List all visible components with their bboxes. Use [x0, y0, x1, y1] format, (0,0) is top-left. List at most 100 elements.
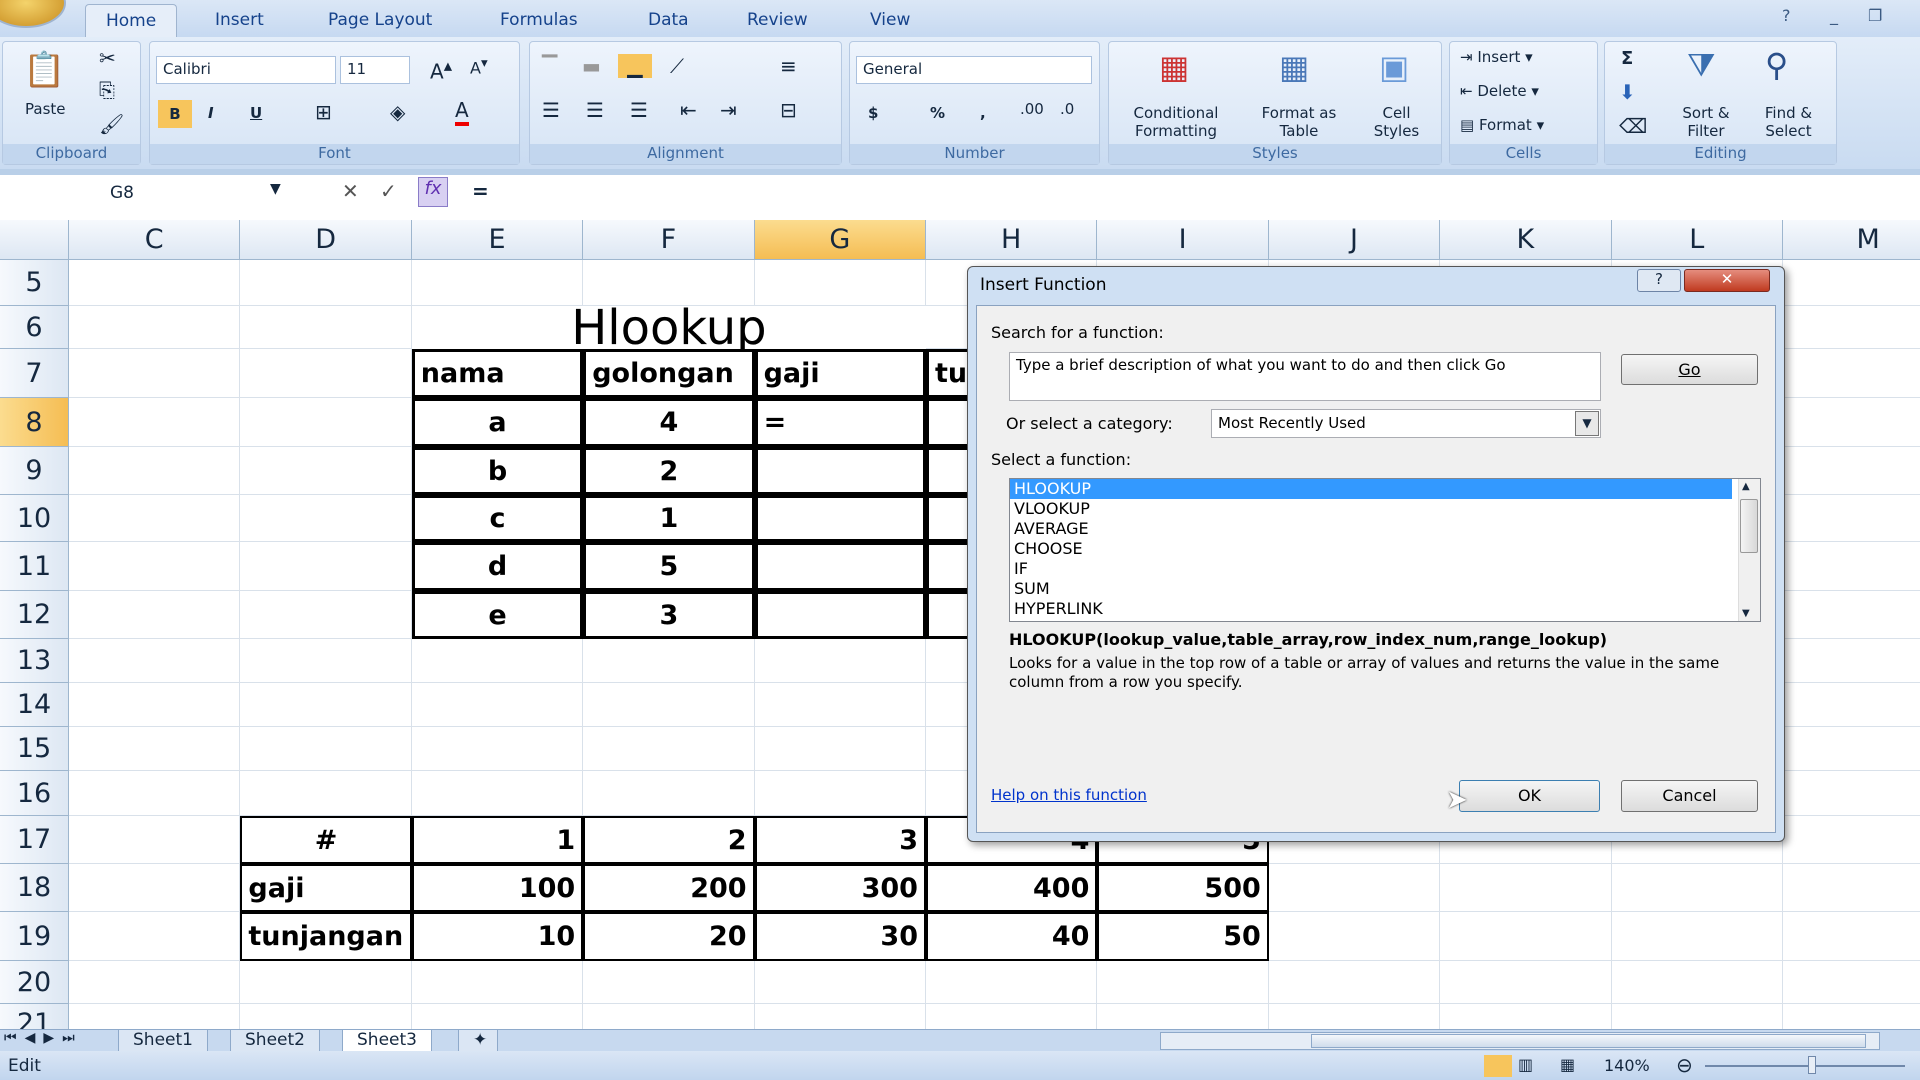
cell-G9[interactable] — [754, 447, 926, 495]
cell[interactable] — [1783, 591, 1920, 639]
select-all-corner[interactable] — [0, 220, 69, 260]
cut-icon[interactable]: ✂ — [99, 46, 116, 70]
shrink-font-icon[interactable]: A▾ — [470, 56, 488, 77]
cell[interactable] — [240, 306, 412, 349]
cancel-icon[interactable]: ✕ — [342, 179, 359, 203]
increase-indent-icon[interactable]: ⇥ — [720, 98, 737, 122]
cell[interactable] — [411, 683, 584, 727]
name-box[interactable]: G8 — [0, 179, 290, 209]
fill-icon[interactable]: ⬇ — [1619, 80, 1636, 104]
cell[interactable] — [240, 542, 412, 591]
tab-home[interactable]: Home — [85, 4, 178, 37]
cell[interactable] — [411, 260, 584, 306]
row-header-13[interactable]: 13 — [0, 639, 69, 683]
cell[interactable] — [1783, 542, 1920, 591]
cell[interactable] — [240, 1004, 412, 1029]
zoom-slider[interactable] — [1705, 1065, 1905, 1067]
name-box-dropdown-icon[interactable]: ▼ — [270, 181, 281, 197]
row-header-20[interactable]: 20 — [0, 961, 69, 1004]
function-item-vlookup[interactable]: VLOOKUP — [1010, 499, 1760, 519]
cell-H19[interactable]: 40 — [926, 912, 1098, 961]
column-header-m[interactable]: M — [1783, 220, 1920, 260]
cell-F9[interactable]: 2 — [583, 447, 755, 495]
cell[interactable] — [411, 961, 584, 1004]
cell[interactable] — [1783, 816, 1920, 864]
comma-button[interactable]: , — [980, 104, 986, 122]
cell-G11[interactable] — [754, 542, 926, 591]
cell-G18[interactable]: 300 — [754, 864, 926, 912]
cell[interactable] — [411, 771, 584, 816]
cell[interactable] — [1268, 912, 1441, 961]
cell[interactable] — [1783, 727, 1920, 771]
cell-I18[interactable]: 500 — [1097, 864, 1269, 912]
row-header-17[interactable]: 17 — [0, 816, 69, 864]
page-layout-view-icon[interactable]: ▥ — [1518, 1055, 1533, 1074]
cell[interactable] — [755, 1004, 926, 1029]
column-header-j[interactable]: J — [1268, 220, 1441, 260]
cell[interactable] — [240, 683, 412, 727]
cell-F11[interactable]: 5 — [583, 542, 755, 591]
cell[interactable] — [69, 727, 241, 771]
cell[interactable] — [754, 961, 926, 1004]
cell-E11[interactable]: d — [411, 542, 584, 591]
wrap-text-icon[interactable]: ≡ — [780, 54, 797, 78]
cell[interactable] — [69, 349, 241, 398]
go-button[interactable]: Go — [1621, 354, 1758, 385]
find-select-icon[interactable]: ⚲ — [1765, 46, 1788, 84]
cell[interactable] — [1268, 961, 1441, 1004]
bold-button[interactable]: B — [158, 100, 192, 128]
cell[interactable] — [240, 447, 412, 495]
paste-button[interactable]: Paste — [25, 100, 66, 118]
formula-input[interactable]: = — [472, 179, 489, 203]
increase-decimal-icon[interactable]: .00 — [1020, 100, 1044, 118]
function-item-hyperlink[interactable]: HYPERLINK — [1010, 599, 1760, 619]
clear-icon[interactable]: ⌫ — [1619, 114, 1647, 138]
tab-insert[interactable]: Insert — [195, 4, 284, 37]
function-item-average[interactable]: AVERAGE — [1010, 519, 1760, 539]
help-icon[interactable]: ? — [1782, 6, 1791, 25]
zoom-level[interactable]: 140% — [1604, 1056, 1650, 1075]
cell-E19[interactable]: 10 — [411, 912, 584, 961]
decrease-indent-icon[interactable]: ⇤ — [680, 98, 697, 122]
cell[interactable] — [412, 1004, 584, 1029]
row-header-10[interactable]: 10 — [0, 495, 69, 542]
cell[interactable] — [754, 771, 926, 816]
autosum-button[interactable]: Σ — [1621, 48, 1633, 69]
cell[interactable] — [583, 683, 755, 727]
sort-filter-icon[interactable]: ⧩ — [1687, 46, 1716, 85]
cell[interactable] — [1783, 306, 1920, 349]
cell-D18[interactable]: gaji — [240, 864, 412, 912]
cell-E17[interactable]: 1 — [411, 816, 584, 864]
tab-data[interactable]: Data — [628, 4, 709, 37]
cell[interactable] — [69, 1004, 241, 1029]
function-item-sum[interactable]: SUM — [1010, 579, 1760, 599]
font-color-icon[interactable]: A — [455, 98, 469, 126]
cell[interactable] — [240, 961, 412, 1004]
row-header-5[interactable]: 5 — [0, 260, 69, 306]
column-header-h[interactable]: H — [926, 220, 1098, 260]
copy-icon[interactable]: ⎘ — [99, 78, 115, 102]
function-list[interactable]: HLOOKUP VLOOKUP AVERAGE CHOOSE IF SUM HY… — [1009, 478, 1761, 622]
conditional-formatting-button[interactable]: Conditional Formatting — [1121, 104, 1231, 140]
cell[interactable] — [1440, 912, 1612, 961]
cell-G8[interactable]: = — [754, 398, 926, 447]
function-item-hlookup[interactable]: HLOOKUP — [1010, 479, 1732, 499]
cell-E12[interactable]: e — [411, 591, 584, 639]
cell[interactable] — [69, 306, 241, 349]
cell-E9[interactable]: b — [411, 447, 584, 495]
list-scroll-thumb[interactable] — [1740, 499, 1758, 553]
row-header-12[interactable]: 12 — [0, 591, 69, 639]
cell[interactable] — [1269, 1004, 1441, 1029]
column-header-l[interactable]: L — [1611, 220, 1783, 260]
cell[interactable] — [1612, 1004, 1783, 1029]
row-header-8[interactable]: 8 — [0, 398, 69, 447]
row-header-21[interactable]: 21 — [0, 1004, 69, 1029]
dialog-close-button[interactable]: ✕ — [1684, 269, 1770, 292]
scrollbar-thumb[interactable] — [1311, 1034, 1866, 1048]
row-header-19[interactable]: 19 — [0, 912, 69, 961]
row-header-16[interactable]: 16 — [0, 771, 69, 816]
cell[interactable] — [583, 961, 755, 1004]
cell[interactable] — [1440, 864, 1612, 912]
cell-E10[interactable]: c — [411, 495, 584, 542]
column-header-c[interactable]: C — [69, 220, 241, 260]
